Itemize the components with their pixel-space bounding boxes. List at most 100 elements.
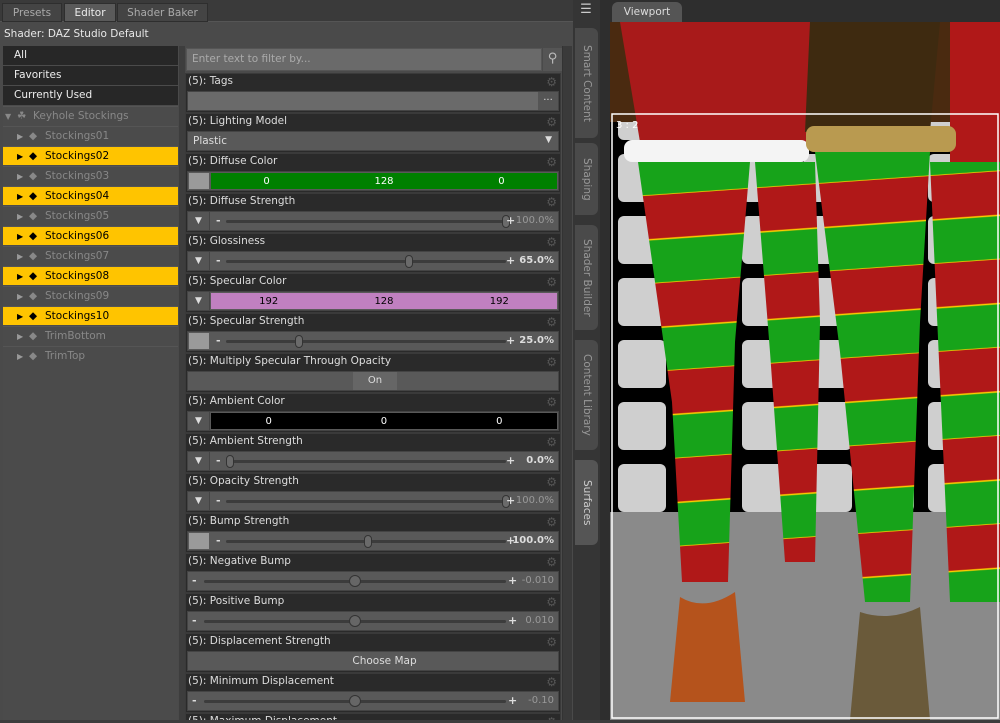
minus-icon[interactable]: -	[216, 254, 221, 267]
gear-icon[interactable]: ⚙	[546, 75, 557, 89]
expand-arrow-icon[interactable]: ▶	[17, 247, 29, 266]
toggle-button[interactable]: On	[353, 372, 397, 390]
slider-track[interactable]	[226, 260, 506, 263]
slider-value[interactable]: 100.0%	[516, 495, 554, 506]
gear-icon[interactable]: ⚙	[546, 435, 557, 449]
expand-arrow-icon[interactable]: ▶	[17, 327, 29, 346]
ellipsis-button[interactable]: ...	[538, 92, 558, 110]
slider-value[interactable]: 25.0%	[519, 335, 554, 346]
surface-item[interactable]: ▶ ◆ Stockings09	[3, 286, 178, 305]
side-tab-shader-builder[interactable]: Shader Builder	[575, 225, 598, 330]
color-value-bar[interactable]: 192 128 192	[211, 293, 557, 309]
expand-arrow-icon[interactable]: ▶	[17, 347, 29, 366]
slider-track[interactable]	[226, 500, 506, 503]
dropdown-arrow-icon[interactable]: ▼	[188, 252, 210, 270]
gear-icon[interactable]: ⚙	[546, 315, 557, 329]
minus-icon[interactable]: -	[216, 534, 221, 547]
color-value-bar[interactable]: 0 0 0	[211, 413, 557, 429]
expand-arrow-icon[interactable]: ▶	[17, 267, 29, 286]
texture-swatch[interactable]	[189, 173, 209, 189]
gear-icon[interactable]: ⚙	[546, 195, 557, 209]
gear-icon[interactable]: ⚙	[546, 275, 557, 289]
plus-icon[interactable]: +	[506, 254, 515, 267]
side-tab-surfaces[interactable]: Surfaces	[575, 460, 598, 545]
scrollbar[interactable]	[562, 46, 572, 720]
plus-icon[interactable]: +	[506, 214, 515, 227]
surface-item[interactable]: ▶ ◆ TrimTop	[3, 346, 178, 365]
property-control[interactable]: ...	[187, 91, 559, 111]
slider-value[interactable]: 0.010	[525, 615, 554, 626]
expand-arrow-icon[interactable]: ▶	[17, 127, 29, 146]
side-tab-content-library[interactable]: Content Library	[575, 340, 598, 450]
plus-icon[interactable]: +	[508, 574, 517, 587]
slider-knob[interactable]	[405, 255, 414, 268]
tab-shader-baker[interactable]: Shader Baker	[117, 3, 208, 22]
category-item[interactable]: Favorites	[3, 66, 178, 85]
menu-icon[interactable]: ☰	[576, 2, 596, 19]
dropdown-arrow-icon[interactable]: ▼	[188, 492, 210, 510]
plus-icon[interactable]: +	[506, 494, 515, 507]
dropdown-arrow-icon[interactable]: ▼	[188, 412, 210, 430]
slider-knob[interactable]	[295, 335, 303, 348]
property-control[interactable]: - + -0.10	[187, 691, 559, 711]
color-value-bar[interactable]: 0 128 0	[211, 173, 557, 189]
tree-root[interactable]: ▼ ☘ Keyhole Stockings	[3, 106, 178, 125]
surface-item[interactable]: ▶ ◆ Stockings03	[3, 166, 178, 185]
tab-viewport[interactable]: Viewport	[612, 2, 682, 22]
side-tab-smart-content[interactable]: Smart Content	[575, 28, 598, 138]
surface-item[interactable]: ▶ ◆ Stockings08	[3, 266, 178, 285]
slider-knob[interactable]	[226, 455, 234, 468]
gear-icon[interactable]: ⚙	[546, 115, 557, 129]
category-item[interactable]: Currently Used	[3, 86, 178, 105]
dropdown-arrow-icon[interactable]: ▼	[188, 452, 210, 470]
viewport-canvas[interactable]: 3 : 2	[610, 22, 1000, 720]
slider-knob[interactable]	[364, 535, 372, 548]
filter-input[interactable]: Enter text to filter by...	[186, 48, 542, 71]
slider-value[interactable]: 65.0%	[519, 255, 554, 266]
minus-icon[interactable]: -	[216, 494, 221, 507]
property-control[interactable]: ▼ - +100.0%	[187, 491, 559, 511]
plus-icon[interactable]: +	[508, 614, 517, 627]
property-control[interactable]: - +25.0%	[187, 331, 559, 351]
slider-track[interactable]	[226, 460, 506, 463]
minus-icon[interactable]: -	[216, 334, 221, 347]
plus-icon[interactable]: +	[506, 334, 515, 347]
gear-icon[interactable]: ⚙	[546, 715, 557, 720]
slider-value[interactable]: 100.0%	[516, 215, 554, 226]
slider-value[interactable]: 0.0%	[526, 455, 554, 466]
property-control[interactable]: Plastic ▼	[187, 131, 559, 151]
choose-map-button[interactable]: Choose Map	[211, 655, 558, 667]
plus-icon[interactable]: +	[506, 454, 515, 467]
search-icon[interactable]: ⚲	[543, 48, 562, 71]
slider-value[interactable]: -0.010	[522, 575, 554, 586]
category-item[interactable]: All	[3, 46, 178, 65]
side-tab-shaping[interactable]: Shaping	[575, 143, 598, 215]
dropdown-arrow-icon[interactable]: ▼	[188, 212, 210, 230]
minus-icon[interactable]: -	[216, 454, 221, 467]
expand-arrow-icon[interactable]: ▶	[17, 187, 29, 206]
surface-item[interactable]: ▶ ◆ Stockings06	[3, 226, 178, 245]
expand-arrow-icon[interactable]: ▶	[17, 167, 29, 186]
property-control[interactable]: ▼ - +65.0%	[187, 251, 559, 271]
slider-knob[interactable]	[349, 575, 361, 587]
property-control[interactable]: - + -0.010	[187, 571, 559, 591]
gear-icon[interactable]: ⚙	[546, 675, 557, 689]
gear-icon[interactable]: ⚙	[546, 475, 557, 489]
expand-arrow-icon[interactable]: ▶	[17, 307, 29, 326]
minus-icon[interactable]: -	[192, 614, 197, 627]
tab-editor[interactable]: Editor	[64, 3, 116, 22]
property-control[interactable]: ▼ 192 128 192	[187, 291, 559, 311]
gear-icon[interactable]: ⚙	[546, 355, 557, 369]
gear-icon[interactable]: ⚙	[546, 395, 557, 409]
gear-icon[interactable]: ⚙	[546, 515, 557, 529]
expand-arrow-icon[interactable]: ▶	[17, 147, 29, 166]
surface-item[interactable]: ▶ ◆ Stockings02	[3, 146, 178, 165]
tab-presets[interactable]: Presets	[2, 3, 62, 22]
property-control[interactable]: ▼ 0 0 0	[187, 411, 559, 431]
expand-arrow-icon[interactable]: ▼	[5, 107, 17, 126]
slider-value[interactable]: 100.0%	[512, 535, 554, 546]
slider-knob[interactable]	[349, 615, 361, 627]
property-control[interactable]: 0 128 0	[187, 171, 559, 191]
property-control[interactable]: - +0.010	[187, 611, 559, 631]
surface-item[interactable]: ▶ ◆ Stockings10	[3, 306, 178, 325]
